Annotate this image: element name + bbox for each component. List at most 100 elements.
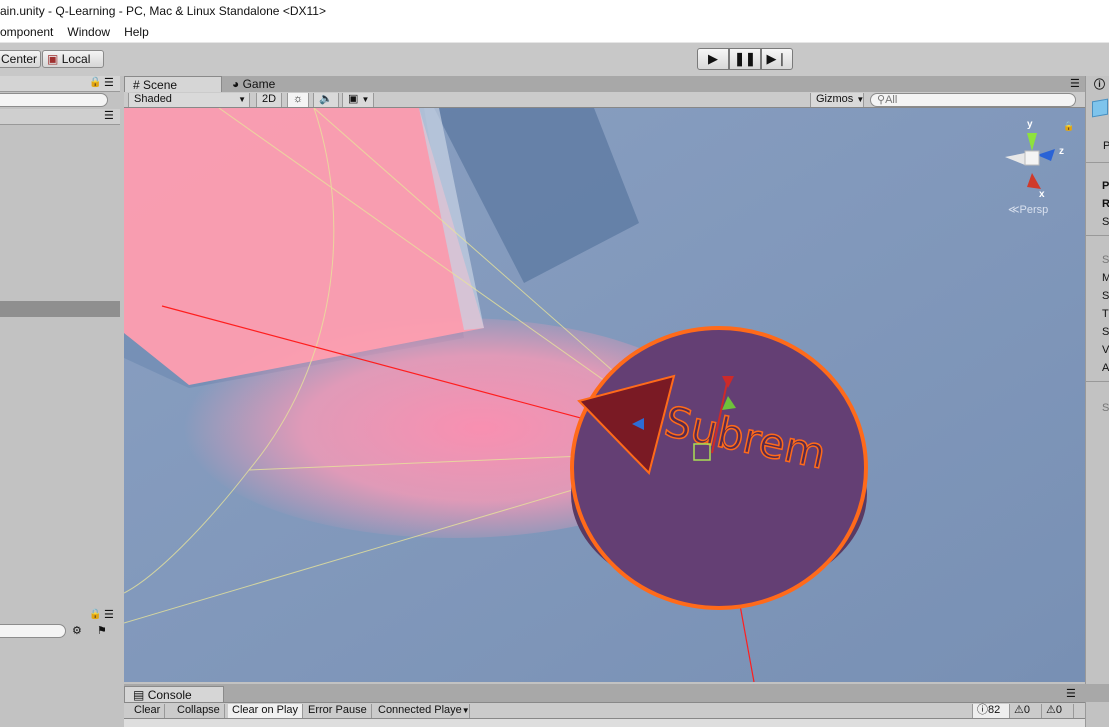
axis-x-label: x <box>1039 189 1045 200</box>
panel-menu-icon[interactable]: ☰ <box>104 608 114 621</box>
pivot-space-label: Local <box>61 52 91 66</box>
hierarchy-selected-row[interactable] <box>0 301 120 317</box>
step-icon: ▶❘ <box>766 51 788 66</box>
project-header: 🔒 ☰ <box>0 608 123 624</box>
project-search-input[interactable] <box>0 624 66 638</box>
cube-icon: ▣ <box>47 52 59 66</box>
console-collapse-label: Collapse <box>177 704 220 716</box>
inspector-letter: V <box>1102 344 1109 356</box>
window-title: ain.unity - Q-Learning - PC, Mac & Linux… <box>0 4 326 18</box>
panel-menu-icon[interactable]: ☰ <box>1070 77 1080 90</box>
pause-button[interactable]: ❚❚ <box>729 48 761 70</box>
inspector-letter: S <box>1102 254 1109 266</box>
component-divider <box>1086 235 1109 236</box>
scene-tab-bar: # Scene ◕ Game ☰ <box>124 76 1085 92</box>
panel-menu-icon[interactable]: ☰ <box>1066 687 1076 700</box>
panel-menu-icon[interactable]: ☰ <box>104 109 114 122</box>
console-log-list[interactable] <box>124 719 1085 727</box>
console-clear-label: Clear <box>134 704 161 716</box>
scene-grid-icon: # <box>133 78 140 92</box>
scene-viewport[interactable]: Subrem y z x 🔒 ≪Persp <box>124 108 1085 682</box>
console-connected-player-dropdown[interactable]: Connected Playe▼ <box>374 704 470 718</box>
lighting-toggle[interactable]: ☼ <box>287 93 310 107</box>
menu-bar: omponent Window Help <box>0 22 1109 42</box>
mode-2d-toggle[interactable]: 2D <box>256 93 283 107</box>
scene-render: Subrem <box>124 108 1085 682</box>
playback-controls: ▶ ❚❚ ▶❘ <box>697 48 793 70</box>
console-warning-count: 0 <box>1023 704 1030 716</box>
console-log-count: 82 <box>988 704 1001 716</box>
pivot-space-button[interactable]: ▣ Local <box>42 50 104 68</box>
inspector-letter: P <box>1102 180 1109 192</box>
menu-window[interactable]: Window <box>67 25 110 42</box>
inspector-letter: A <box>1102 362 1109 374</box>
filter-label-icon[interactable]: ⚑ <box>97 624 107 637</box>
console-connected-player-label: Connected Playe <box>378 704 462 716</box>
lock-icon[interactable]: 🔒 <box>89 77 101 88</box>
speaker-icon: 🔈 <box>319 93 333 105</box>
inspector-letter: M <box>1102 272 1109 284</box>
inspector-letter: P <box>1103 140 1109 152</box>
console-collapse-button[interactable]: Collapse <box>173 704 225 718</box>
tab-console-label: Console <box>147 688 192 702</box>
hierarchy-subheader: ☰ <box>0 109 120 125</box>
console-error-pause-label: Error Pause <box>308 704 367 716</box>
chevron-down-icon: ▼ <box>461 706 470 715</box>
console-error-pause-button[interactable]: Error Pause <box>304 704 372 718</box>
tab-game[interactable]: ◕ Game <box>224 76 304 92</box>
panel-menu-icon[interactable]: ☰ <box>104 76 114 89</box>
console-log-toggle[interactable]: ⓘ82 <box>972 704 1010 718</box>
shading-mode-label: Shaded <box>134 93 172 105</box>
chevron-down-icon: ▼ <box>856 95 865 104</box>
step-button[interactable]: ▶❘ <box>761 48 793 70</box>
play-button[interactable]: ▶ <box>697 48 729 70</box>
menu-help[interactable]: Help <box>124 25 149 42</box>
axis-gizmo-icon <box>1005 133 1055 189</box>
audio-toggle[interactable]: 🔈 <box>313 93 339 107</box>
inspector-letter: S <box>1102 216 1109 228</box>
inspector-letter: S <box>1102 326 1109 338</box>
inspector-panel: ⓘ P P R S S M S T S V A S <box>1085 76 1109 727</box>
inspector-cube-icon <box>1092 98 1108 118</box>
pause-icon: ❚❚ <box>734 51 756 66</box>
chevron-down-icon: ▼ <box>361 95 370 104</box>
console-clear-button[interactable]: Clear <box>130 704 166 718</box>
game-pacman-icon: ◕ <box>232 77 240 91</box>
component-divider <box>1086 381 1109 382</box>
play-icon: ▶ <box>708 51 718 66</box>
console-warning-toggle[interactable]: ⚠0 <box>1010 704 1042 718</box>
orientation-gizmo[interactable]: y z x 🔒 <box>997 119 1077 213</box>
filter-type-icon[interactable]: ⚙ <box>72 624 82 637</box>
tab-console[interactable]: ▤ Console <box>124 686 224 702</box>
component-divider <box>1086 162 1109 163</box>
console-clear-on-play-label: Clear on Play <box>232 704 299 716</box>
inspector-letter: T <box>1102 308 1109 320</box>
menu-component[interactable]: omponent <box>0 25 53 42</box>
effects-dropdown[interactable]: ▣ ▼ <box>342 93 374 107</box>
lock-icon[interactable]: 🔒 <box>89 609 101 620</box>
main-toolbar: Center ▣ Local <box>0 42 1109 76</box>
pivot-center-button[interactable]: Center <box>0 50 41 68</box>
tab-game-label: Game <box>242 77 276 91</box>
hierarchy-search-input[interactable] <box>0 93 108 107</box>
lock-icon[interactable]: 🔒 <box>1063 121 1074 132</box>
shading-mode-dropdown[interactable]: Shaded ▼ <box>128 93 250 107</box>
projection-toggle[interactable]: ≪Persp <box>1008 203 1048 216</box>
scene-search-placeholder: All <box>885 94 898 106</box>
tab-scene[interactable]: # Scene <box>124 76 222 92</box>
console-error-toggle[interactable]: ⚠0 <box>1042 704 1074 718</box>
console-clear-on-play-button[interactable]: Clear on Play <box>228 704 304 718</box>
image-icon: ▣ <box>348 93 359 105</box>
inspector-letter: S <box>1102 290 1109 302</box>
scene-search-input[interactable]: ⚲All <box>870 93 1076 107</box>
gizmos-dropdown[interactable]: Gizmos ▼ <box>810 93 864 107</box>
chevron-down-icon: ▼ <box>238 95 246 104</box>
info-icon: ⓘ <box>977 704 988 716</box>
sun-icon: ☼ <box>293 93 304 105</box>
console-error-count: 0 <box>1055 704 1062 716</box>
console-icon: ▤ <box>133 688 145 702</box>
info-icon[interactable]: ⓘ <box>1094 76 1105 92</box>
inspector-letter: R <box>1102 198 1109 210</box>
error-icon: ⚠ <box>1046 704 1056 716</box>
hierarchy-header: 🔒 ☰ <box>0 76 120 92</box>
